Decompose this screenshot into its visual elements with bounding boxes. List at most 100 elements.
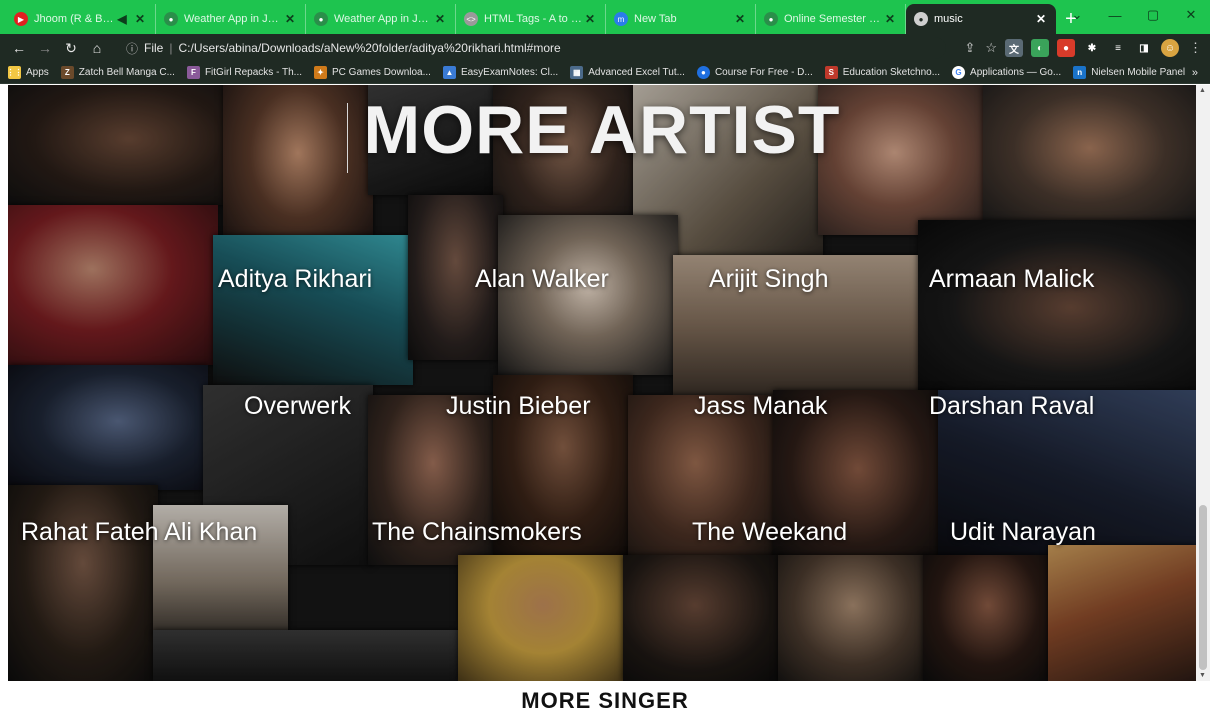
speaker-icon[interactable]: ◀	[115, 12, 129, 26]
artist-link-arijit-singh[interactable]: Arijit Singh	[709, 265, 829, 294]
close-tab-icon[interactable]: ✕	[583, 12, 597, 26]
close-window-icon[interactable]: ✕	[1172, 7, 1210, 23]
tab-search-icon[interactable]: ⌄	[1058, 7, 1096, 23]
extension-color-icon[interactable]: ◐	[1031, 39, 1049, 57]
tab-4[interactable]: m New Tab ✕	[606, 4, 756, 34]
bookmark-label: Nielsen Mobile Panel	[1091, 67, 1186, 78]
tab-title: Jhoom (R & B Mix)	[34, 13, 115, 25]
bookmark-education-sketchnotes[interactable]: S Education Sketchno...	[824, 66, 940, 79]
s-icon: S	[824, 66, 838, 79]
minimize-icon[interactable]: —	[1096, 8, 1134, 23]
google-icon: G	[952, 66, 966, 79]
bookmark-label: FitGirl Repacks - Th...	[204, 67, 303, 78]
artist-link-alan-walker[interactable]: Alan Walker	[475, 265, 609, 294]
close-tab-icon[interactable]: ✕	[883, 12, 897, 26]
reload-icon[interactable]: ↻	[60, 37, 82, 59]
artist-link-darshan-raval[interactable]: Darshan Raval	[929, 392, 1094, 421]
bookmark-zatch-bell[interactable]: Z Zatch Bell Manga C...	[60, 66, 175, 79]
game-icon: ✦	[314, 66, 328, 79]
tab-6-active[interactable]: ● music ✕	[906, 4, 1056, 34]
artist-link-overwerk[interactable]: Overwerk	[244, 392, 351, 421]
n-icon: n	[1073, 66, 1087, 79]
bookmarks-overflow-icon[interactable]: »	[1192, 67, 1198, 79]
tab-title: Weather App in JavaScript	[184, 13, 283, 25]
close-tab-icon[interactable]: ✕	[433, 12, 447, 26]
course-icon: ●	[696, 66, 710, 79]
scroll-up-arrow-icon[interactable]: ▲	[1199, 87, 1206, 94]
bookmark-star-icon[interactable]: ☆	[985, 40, 997, 56]
url-text[interactable]: C:/Users/abina/Downloads/aNew%20folder/a…	[178, 41, 560, 55]
tab-3[interactable]: <> HTML Tags - A to Z List ✕	[456, 4, 606, 34]
bookmark-label: EasyExamNotes: Cl...	[460, 67, 559, 78]
artist-link-jass-manak[interactable]: Jass Manak	[694, 392, 827, 421]
home-icon[interactable]: ⌂	[86, 37, 108, 59]
artist-link-the-chainsmokers[interactable]: The Chainsmokers	[372, 518, 582, 547]
address-bar[interactable]: ⓘ File | C:/Users/abina/Downloads/aNew%2…	[120, 37, 947, 59]
close-tab-icon[interactable]: ✕	[133, 12, 147, 26]
tab-title: New Tab	[634, 13, 677, 25]
info-icon[interactable]: ⓘ	[126, 40, 138, 57]
bookmark-nielsen[interactable]: n Nielsen Mobile Panel	[1073, 66, 1185, 79]
bookmark-easyexamnotes[interactable]: ▲ EasyExamNotes: Cl...	[442, 66, 559, 79]
menu-dots-icon[interactable]: ⋮	[1189, 40, 1202, 56]
bookmark-label: Course For Free - D...	[714, 67, 813, 78]
tab-0[interactable]: ▶ Jhoom (R & B Mix) ◀ ✕	[6, 4, 156, 34]
collage-dark-overlay	[8, 85, 1196, 681]
maximize-icon[interactable]: ▢	[1134, 7, 1172, 23]
globe-icon: ●	[314, 12, 328, 26]
tab-5[interactable]: ● Online Semester Exam ✕	[756, 4, 906, 34]
tab-1[interactable]: ● Weather App in JavaScript ✕	[156, 4, 306, 34]
bookmark-label: Applications — Go...	[970, 67, 1062, 78]
bookmark-advanced-excel[interactable]: ▦ Advanced Excel Tut...	[570, 66, 685, 79]
artist-link-rahat-fateh-ali-khan[interactable]: Rahat Fateh Ali Khan	[21, 518, 257, 547]
m-icon: m	[614, 12, 628, 26]
section-heading: MORE SINGER	[521, 688, 689, 713]
scroll-down-arrow-icon[interactable]: ▼	[1199, 672, 1206, 679]
mountain-icon: ▲	[442, 66, 456, 79]
side-panel-icon[interactable]: ◨	[1135, 39, 1153, 57]
reading-list-icon[interactable]: ≡	[1109, 39, 1127, 57]
artist-link-justin-bieber[interactable]: Justin Bieber	[446, 392, 591, 421]
artist-link-udit-narayan[interactable]: Udit Narayan	[950, 518, 1096, 547]
close-tab-icon[interactable]: ✕	[1034, 12, 1048, 26]
tab-title: music	[934, 13, 963, 25]
extension-shield-icon[interactable]: ●	[1057, 39, 1075, 57]
share-icon[interactable]: ⇪	[964, 40, 975, 56]
tab-strip: ▶ Jhoom (R & B Mix) ◀ ✕ ● Weather App in…	[0, 0, 1210, 34]
page-title: MORE ARTIST	[363, 92, 841, 168]
tab-2[interactable]: ● Weather App in JavaScript ✕	[306, 4, 456, 34]
bookmark-pc-games[interactable]: ✦ PC Games Downloa...	[314, 66, 431, 79]
bookmark-label: Zatch Bell Manga C...	[78, 67, 175, 78]
close-tab-icon[interactable]: ✕	[283, 12, 297, 26]
tab-title: Weather App in JavaScript	[334, 13, 433, 25]
bookmark-fitgirl[interactable]: F FitGirl Repacks - Th...	[186, 66, 303, 79]
scheme-label: File	[144, 41, 164, 55]
code-icon: <>	[464, 12, 478, 26]
scrollbar-thumb[interactable]	[1199, 505, 1207, 670]
fitgirl-icon: F	[186, 66, 200, 79]
tab-title: HTML Tags - A to Z List	[484, 13, 583, 25]
artist-link-aditya-rikhari[interactable]: Aditya Rikhari	[218, 265, 372, 294]
text-caret	[347, 103, 348, 173]
bookmark-label: Apps	[26, 67, 49, 78]
back-icon[interactable]: ←	[8, 37, 30, 59]
divider: |	[169, 41, 173, 55]
youtube-icon: ▶	[14, 12, 28, 26]
bookmark-applications-google[interactable]: G Applications — Go...	[952, 66, 1061, 79]
page-scrollbar[interactable]: ▲ ▼	[1196, 85, 1210, 681]
globe-icon: ●	[764, 12, 778, 26]
forward-icon[interactable]: →	[34, 37, 56, 59]
bookmark-label: Advanced Excel Tut...	[588, 67, 685, 78]
manga-icon: Z	[60, 66, 74, 79]
extension-translate-icon[interactable]: 文	[1005, 39, 1023, 57]
excel-icon: ▦	[570, 66, 584, 79]
bookmark-course-for-free[interactable]: ● Course For Free - D...	[696, 66, 813, 79]
bookmark-apps[interactable]: ⋮⋮ Apps	[6, 66, 49, 79]
apps-grid-icon: ⋮⋮	[6, 66, 23, 79]
close-tab-icon[interactable]: ✕	[733, 12, 747, 26]
artist-link-armaan-malick[interactable]: Armaan Malick	[929, 265, 1094, 294]
artist-link-the-weekand[interactable]: The Weekand	[692, 518, 847, 547]
extensions-puzzle-icon[interactable]: ✱	[1083, 39, 1101, 57]
globe-icon: ●	[914, 12, 928, 26]
profile-avatar[interactable]: ☺	[1161, 39, 1179, 57]
